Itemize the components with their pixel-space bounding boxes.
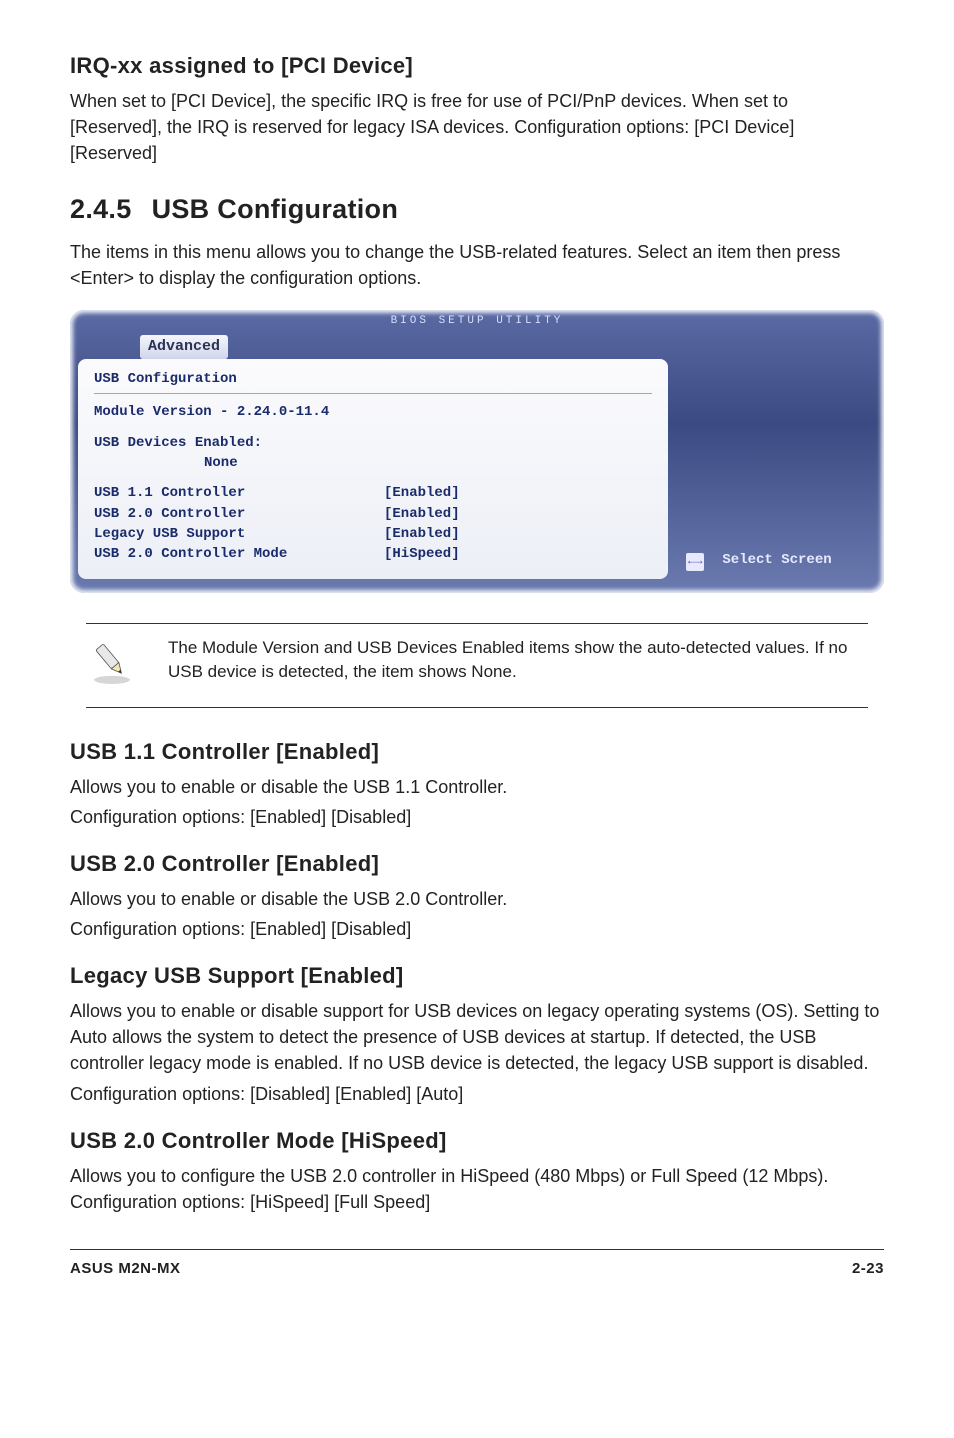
bios-row: USB 2.0 Controller Mode [HiSpeed] — [94, 544, 652, 564]
bios-row-value: [Enabled] — [384, 504, 460, 524]
usb-config-heading: 2.4.5 USB Configuration — [70, 190, 884, 229]
usb20mode-body: Allows you to configure the USB 2.0 cont… — [70, 1163, 884, 1215]
usb20-line1: Allows you to enable or disable the USB … — [70, 886, 884, 912]
usb20mode-heading: USB 2.0 Controller Mode [HiSpeed] — [70, 1125, 884, 1157]
bios-row-label: USB 1.1 Controller — [94, 483, 384, 503]
section-number: 2.4.5 — [70, 194, 132, 224]
pencil-icon — [86, 636, 138, 696]
irq-heading: IRQ-xx assigned to [PCI Device] — [70, 50, 884, 82]
bios-window: BIOS SETUP UTILITY Advanced USB Configur… — [70, 310, 884, 593]
usb-config-intro: The items in this menu allows you to cha… — [70, 239, 884, 291]
page-footer: ASUS M2N-MX 2-23 — [70, 1249, 884, 1280]
bios-row: Legacy USB Support [Enabled] — [94, 524, 652, 544]
bios-module-version: Module Version - 2.24.0-11.4 — [94, 402, 652, 422]
note-text: The Module Version and USB Devices Enabl… — [168, 636, 868, 685]
footer-left: ASUS M2N-MX — [70, 1258, 181, 1280]
bios-row-value: [Enabled] — [384, 483, 460, 503]
bios-panel-title: USB Configuration — [94, 369, 652, 389]
section-title: USB Configuration — [152, 194, 399, 224]
bios-row-label: Legacy USB Support — [94, 524, 384, 544]
usb11-line1: Allows you to enable or disable the USB … — [70, 774, 884, 800]
usb20-heading: USB 2.0 Controller [Enabled] — [70, 848, 884, 880]
bios-row-value: [HiSpeed] — [384, 544, 460, 564]
bios-tab-advanced: Advanced — [140, 335, 228, 359]
legacy-heading: Legacy USB Support [Enabled] — [70, 960, 884, 992]
bios-title-bar: BIOS SETUP UTILITY — [70, 314, 884, 332]
bios-row: USB 2.0 Controller [Enabled] — [94, 504, 652, 524]
usb20-line2: Configuration options: [Enabled] [Disabl… — [70, 916, 884, 942]
bios-help-text: Select Screen — [722, 550, 831, 570]
bios-devices-value: None — [94, 453, 652, 473]
footer-right: 2-23 — [852, 1258, 884, 1280]
bios-devices-label: USB Devices Enabled: — [94, 433, 652, 453]
irq-body: When set to [PCI Device], the specific I… — [70, 88, 884, 166]
note-block: The Module Version and USB Devices Enabl… — [86, 623, 868, 709]
legacy-body: Allows you to enable or disable support … — [70, 998, 884, 1076]
arrows-icon: ←→ — [686, 553, 704, 570]
bios-row: USB 1.1 Controller [Enabled] — [94, 483, 652, 503]
bios-help-panel: ←→ Select Screen — [676, 359, 876, 578]
bios-row-label: USB 2.0 Controller Mode — [94, 544, 384, 564]
bios-main-panel: USB Configuration Module Version - 2.24.… — [78, 359, 668, 578]
bios-row-label: USB 2.0 Controller — [94, 504, 384, 524]
usb11-heading: USB 1.1 Controller [Enabled] — [70, 736, 884, 768]
usb11-line2: Configuration options: [Enabled] [Disabl… — [70, 804, 884, 830]
legacy-opts: Configuration options: [Disabled] [Enabl… — [70, 1081, 884, 1107]
bios-row-value: [Enabled] — [384, 524, 460, 544]
